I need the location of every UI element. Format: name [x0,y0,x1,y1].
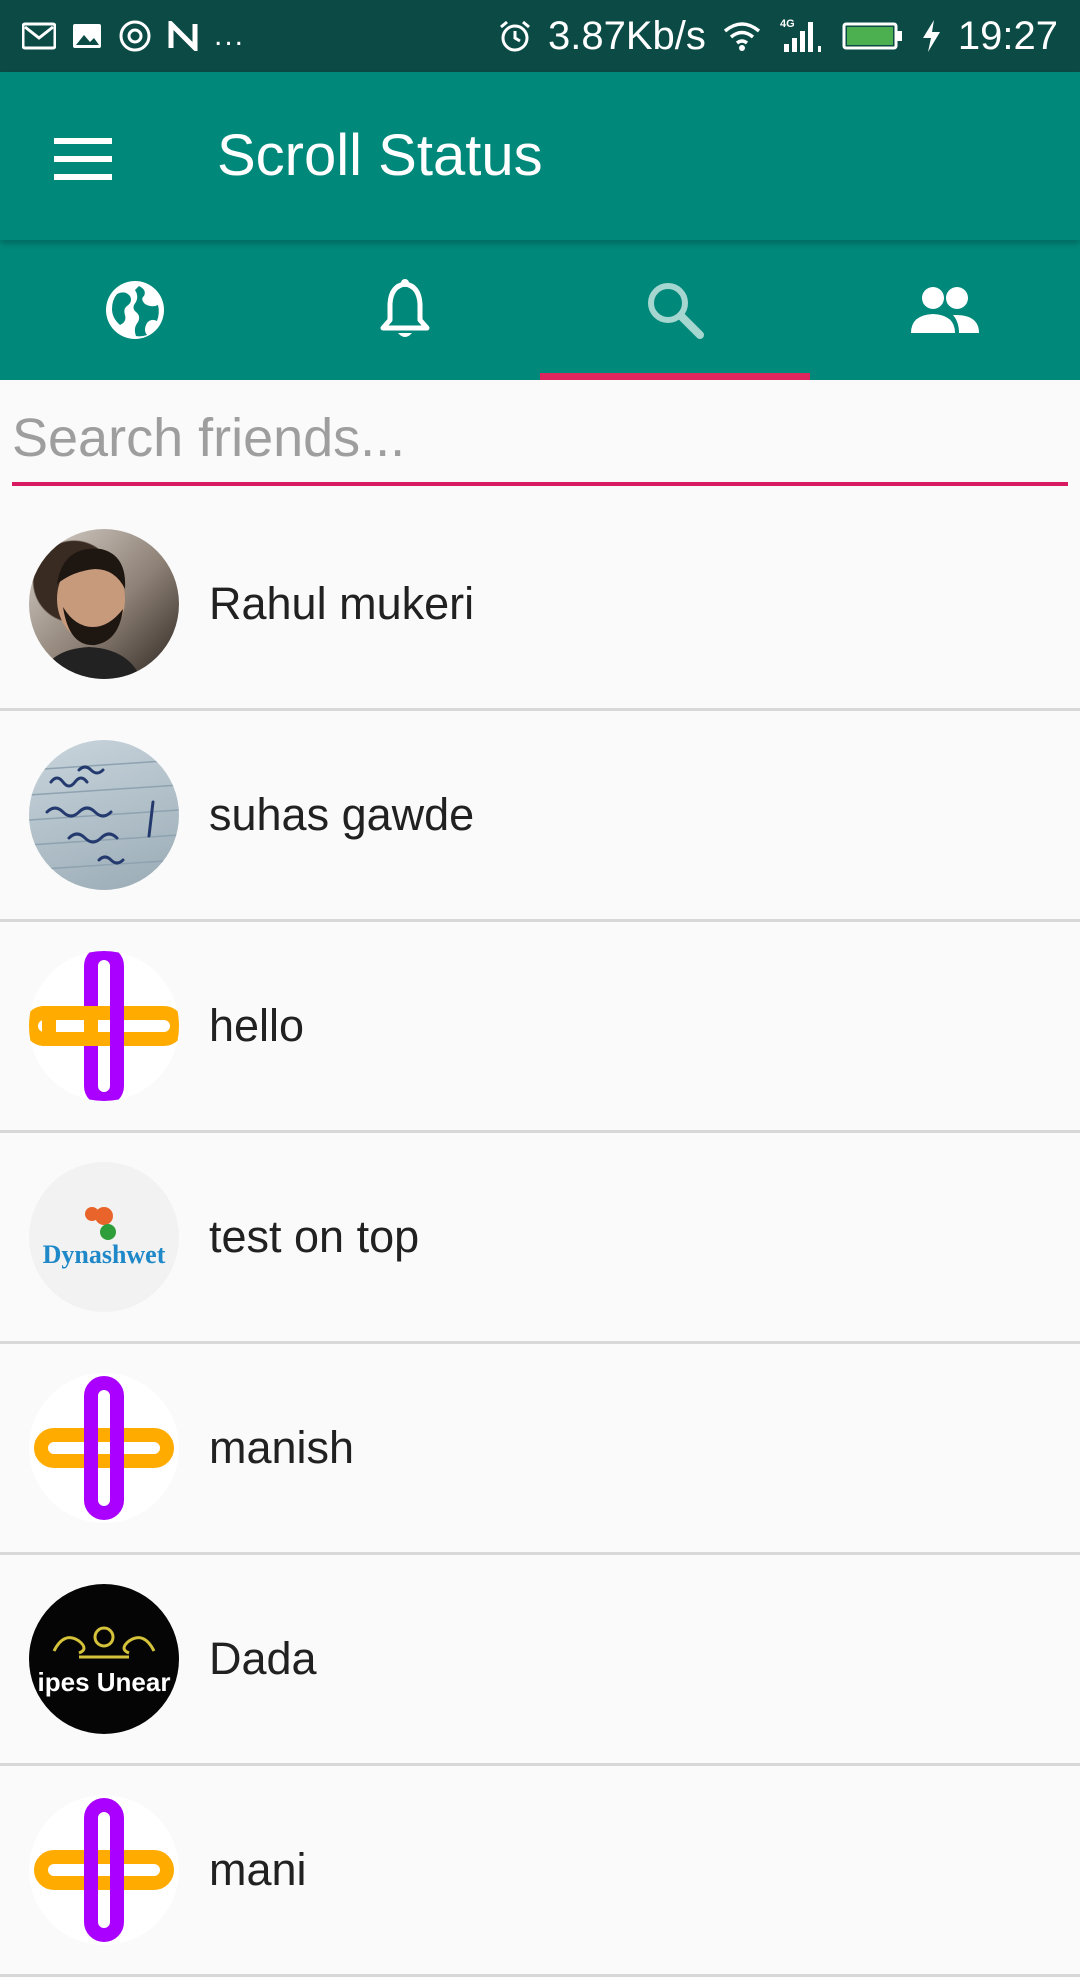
list-item[interactable]: hello [0,922,1080,1133]
status-bar-left: ... [22,0,245,72]
list-item[interactable]: Dynashwet test on top [0,1133,1080,1344]
list-item[interactable]: suhas gawde [0,711,1080,922]
dots-logo-icon [85,1207,116,1240]
list-item[interactable]: mani [0,1766,1080,1977]
handwritten-note-icon [29,759,179,871]
friend-name: test on top [209,1211,420,1262]
app-logo-icon [34,1376,174,1520]
menu-button[interactable] [38,114,128,204]
app-logo-icon [34,1798,174,1942]
status-overflow: ... [214,19,246,52]
avatar [29,1795,179,1945]
bell-icon [380,279,430,337]
list-item[interactable]: Rahul mukeri [0,500,1080,711]
search-field [12,380,1068,486]
app-bar: Scroll Status [0,72,1080,240]
list-item[interactable]: manish [0,1344,1080,1555]
avatar: Dynashwet [29,1162,179,1312]
avatar: ipes Unear [29,1584,179,1734]
tab-notifications[interactable] [270,240,540,380]
avatar [29,529,179,679]
tab-friends[interactable] [810,240,1080,380]
wifi-icon [722,20,762,52]
avatar [29,951,179,1101]
avatar-logo-text: Dynashwet [42,1240,166,1269]
friend-name: mani [209,1844,307,1895]
friend-list: Rahul mukeri suhas gawde hello Dynashwet… [0,500,1080,1977]
tab-bar [0,240,1080,380]
gmail-icon [22,21,56,51]
clock: 19:27 [957,14,1058,58]
n-app-icon [168,21,198,51]
app-title: Scroll Status [217,123,543,188]
tab-search[interactable] [540,240,810,380]
ornament-icon [52,1626,156,1658]
friend-name: suhas gawde [209,789,475,840]
friend-name: manish [209,1422,355,1473]
friend-name: hello [209,1000,305,1051]
friend-name: Dada [209,1633,317,1684]
avatar [29,1373,179,1523]
list-item[interactable]: ipes Unear Dada [0,1555,1080,1766]
avatar-logo-text: ipes Unear [37,1666,171,1697]
menu-icon [54,138,112,180]
search-input[interactable] [12,380,1068,482]
app-logo-icon [29,951,179,1101]
network-type: 4G [780,18,795,30]
signal-icon: 4G [778,16,826,56]
person-photo-icon [39,548,141,679]
alarm-icon [498,19,532,53]
status-bar: ... 3.87Kb/s 4G 19:27 [0,0,1080,72]
battery-icon [842,21,904,51]
active-tab-indicator [540,373,810,380]
gallery-icon [72,21,102,51]
friend-name: Rahul mukeri [209,578,475,629]
globe-icon [106,281,164,339]
search-icon [648,283,704,339]
status-bar-right: 3.87Kb/s 4G 19:27 [498,0,1058,72]
charging-icon [920,19,942,53]
avatar [29,740,179,890]
network-speed: 3.87Kb/s [548,14,706,58]
tab-globe[interactable] [0,240,270,380]
vpn-icon [118,19,152,53]
people-icon [911,287,979,333]
